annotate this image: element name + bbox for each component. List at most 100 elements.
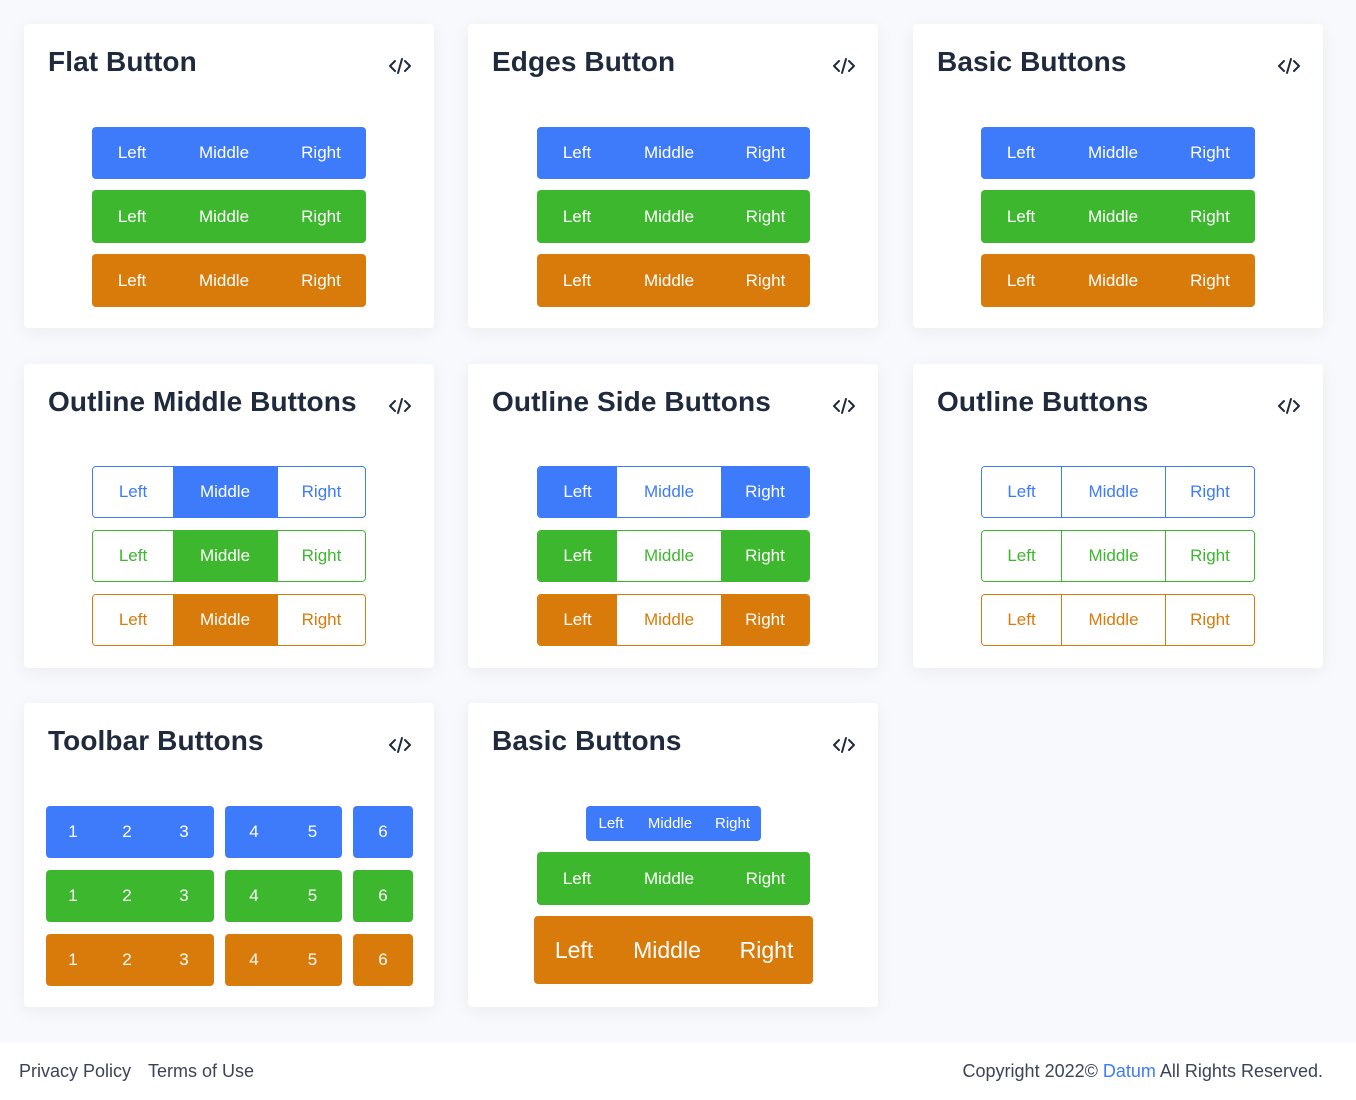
privacy-policy-link[interactable]: Privacy Policy xyxy=(19,1061,131,1082)
middle-button[interactable]: Middle xyxy=(172,127,276,179)
code-icon[interactable] xyxy=(388,396,412,416)
right-button[interactable]: Right xyxy=(276,254,366,307)
left-button[interactable]: Left xyxy=(538,595,617,645)
toolbar-button-4[interactable]: 4 xyxy=(225,934,283,986)
middle-button[interactable]: Middle xyxy=(1061,467,1165,517)
left-button[interactable]: Left xyxy=(534,916,614,984)
left-button[interactable]: Left xyxy=(537,190,617,243)
middle-button[interactable]: Middle xyxy=(1061,190,1165,243)
left-button[interactable]: Left xyxy=(538,531,617,581)
toolbar-button-4[interactable]: 4 xyxy=(225,870,283,922)
middle-button[interactable]: Middle xyxy=(1061,127,1165,179)
toolbar-button-5[interactable]: 5 xyxy=(283,934,342,986)
middle-button[interactable]: Middle xyxy=(617,254,721,307)
large-button-group: Left Middle Right xyxy=(534,916,813,984)
right-button[interactable]: Right xyxy=(721,127,810,179)
right-button[interactable]: Right xyxy=(721,190,810,243)
basic-group-orange: Left Middle Right xyxy=(981,254,1255,307)
right-button[interactable]: Right xyxy=(1165,127,1255,179)
left-button[interactable]: Left xyxy=(538,467,617,517)
middle-button[interactable]: Middle xyxy=(1061,254,1165,307)
middle-button[interactable]: Middle xyxy=(636,806,704,841)
left-button[interactable]: Left xyxy=(92,254,172,307)
toolbar-group: 1 2 3 xyxy=(46,870,214,922)
right-button[interactable]: Right xyxy=(277,595,365,645)
toolbar-button-3[interactable]: 3 xyxy=(154,806,214,858)
left-button[interactable]: Left xyxy=(982,467,1061,517)
middle-button[interactable]: Middle xyxy=(617,190,721,243)
right-button[interactable]: Right xyxy=(277,531,365,581)
code-icon[interactable] xyxy=(1277,56,1301,76)
toolbar-button-5[interactable]: 5 xyxy=(283,806,342,858)
edges-group-green: Left Middle Right xyxy=(537,190,810,243)
left-button[interactable]: Left xyxy=(537,127,617,179)
middle-button[interactable]: Middle xyxy=(173,467,277,517)
left-button[interactable]: Left xyxy=(92,190,172,243)
toolbar-group: 1 2 3 xyxy=(46,806,214,858)
middle-button[interactable]: Middle xyxy=(617,852,721,905)
left-button[interactable]: Left xyxy=(93,531,173,581)
right-button[interactable]: Right xyxy=(1165,467,1254,517)
middle-button[interactable]: Middle xyxy=(173,531,277,581)
code-icon[interactable] xyxy=(832,396,856,416)
right-button[interactable]: Right xyxy=(704,806,761,841)
toolbar-button-6[interactable]: 6 xyxy=(353,806,413,858)
middle-button[interactable]: Middle xyxy=(1061,595,1165,645)
middle-button[interactable]: Middle xyxy=(173,595,277,645)
code-icon[interactable] xyxy=(832,56,856,76)
middle-button[interactable]: Middle xyxy=(614,916,720,984)
right-button[interactable]: Right xyxy=(1165,254,1255,307)
code-icon[interactable] xyxy=(832,735,856,755)
right-button[interactable]: Right xyxy=(276,127,366,179)
right-button[interactable]: Right xyxy=(721,852,810,905)
middle-button[interactable]: Middle xyxy=(172,254,276,307)
right-button[interactable]: Right xyxy=(1165,595,1254,645)
right-button[interactable]: Right xyxy=(721,254,810,307)
toolbar-group: 4 5 xyxy=(225,806,342,858)
toolbar-button-2[interactable]: 2 xyxy=(100,806,154,858)
code-icon[interactable] xyxy=(388,56,412,76)
toolbar-button-3[interactable]: 3 xyxy=(154,934,214,986)
toolbar-button-1[interactable]: 1 xyxy=(46,870,100,922)
code-icon[interactable] xyxy=(1277,396,1301,416)
right-button[interactable]: Right xyxy=(276,190,366,243)
toolbar-button-5[interactable]: 5 xyxy=(283,870,342,922)
toolbar-button-6[interactable]: 6 xyxy=(353,934,413,986)
middle-button[interactable]: Middle xyxy=(617,595,721,645)
middle-button[interactable]: Middle xyxy=(1061,531,1165,581)
left-button[interactable]: Left xyxy=(586,806,636,841)
left-button[interactable]: Left xyxy=(537,852,617,905)
right-button[interactable]: Right xyxy=(277,467,365,517)
left-button[interactable]: Left xyxy=(981,254,1061,307)
brand-link[interactable]: Datum xyxy=(1103,1061,1156,1081)
middle-button[interactable]: Middle xyxy=(617,467,721,517)
left-button[interactable]: Left xyxy=(93,595,173,645)
left-button[interactable]: Left xyxy=(537,254,617,307)
toolbar-buttons-card: Toolbar Buttons 1 2 3 4 5 6 1 2 3 4 5 6 … xyxy=(24,703,434,1007)
left-button[interactable]: Left xyxy=(982,531,1061,581)
left-button[interactable]: Left xyxy=(93,467,173,517)
right-button[interactable]: Right xyxy=(1165,531,1254,581)
toolbar-button-3[interactable]: 3 xyxy=(154,870,214,922)
toolbar-button-6[interactable]: 6 xyxy=(353,870,413,922)
card-title: Edges Button xyxy=(492,46,676,77)
toolbar-button-4[interactable]: 4 xyxy=(225,806,283,858)
right-button[interactable]: Right xyxy=(721,595,809,645)
right-button[interactable]: Right xyxy=(721,531,809,581)
middle-button[interactable]: Middle xyxy=(172,190,276,243)
terms-of-use-link[interactable]: Terms of Use xyxy=(148,1061,254,1082)
left-button[interactable]: Left xyxy=(981,127,1061,179)
right-button[interactable]: Right xyxy=(721,467,809,517)
toolbar-button-1[interactable]: 1 xyxy=(46,806,100,858)
toolbar-button-1[interactable]: 1 xyxy=(46,934,100,986)
toolbar-button-2[interactable]: 2 xyxy=(100,934,154,986)
middle-button[interactable]: Middle xyxy=(617,531,721,581)
left-button[interactable]: Left xyxy=(981,190,1061,243)
left-button[interactable]: Left xyxy=(982,595,1061,645)
code-icon[interactable] xyxy=(388,735,412,755)
middle-button[interactable]: Middle xyxy=(617,127,721,179)
right-button[interactable]: Right xyxy=(720,916,813,984)
left-button[interactable]: Left xyxy=(92,127,172,179)
right-button[interactable]: Right xyxy=(1165,190,1255,243)
toolbar-button-2[interactable]: 2 xyxy=(100,870,154,922)
